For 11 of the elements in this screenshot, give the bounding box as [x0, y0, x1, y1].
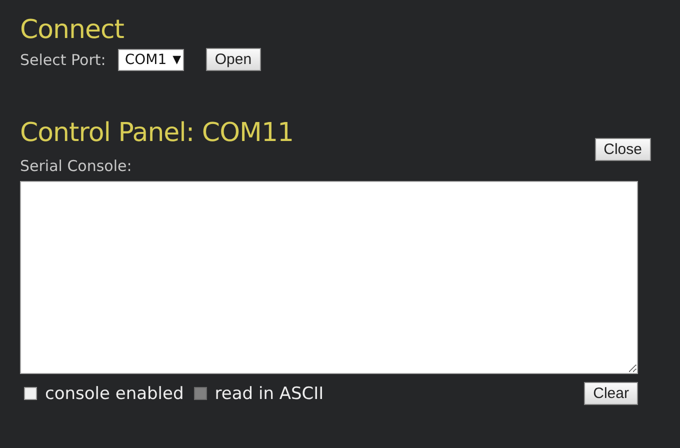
section-heading: Connect [20, 14, 126, 47]
port-label: Select Port: [20, 50, 106, 68]
checkbox-label: console enabled [45, 384, 184, 404]
console-label: Serial Console: [20, 157, 133, 175]
clear-button[interactable]: Clear [584, 382, 638, 405]
open-button[interactable]: Open [206, 48, 261, 71]
section-heading: Control Panel: COM11 [20, 117, 294, 150]
port-dropdown[interactable]: COM1 ▼ [118, 48, 184, 70]
checkbox-label: read in ASCII [214, 384, 324, 404]
checkbox[interactable] [24, 387, 37, 400]
close-button[interactable]: Close [594, 138, 651, 161]
